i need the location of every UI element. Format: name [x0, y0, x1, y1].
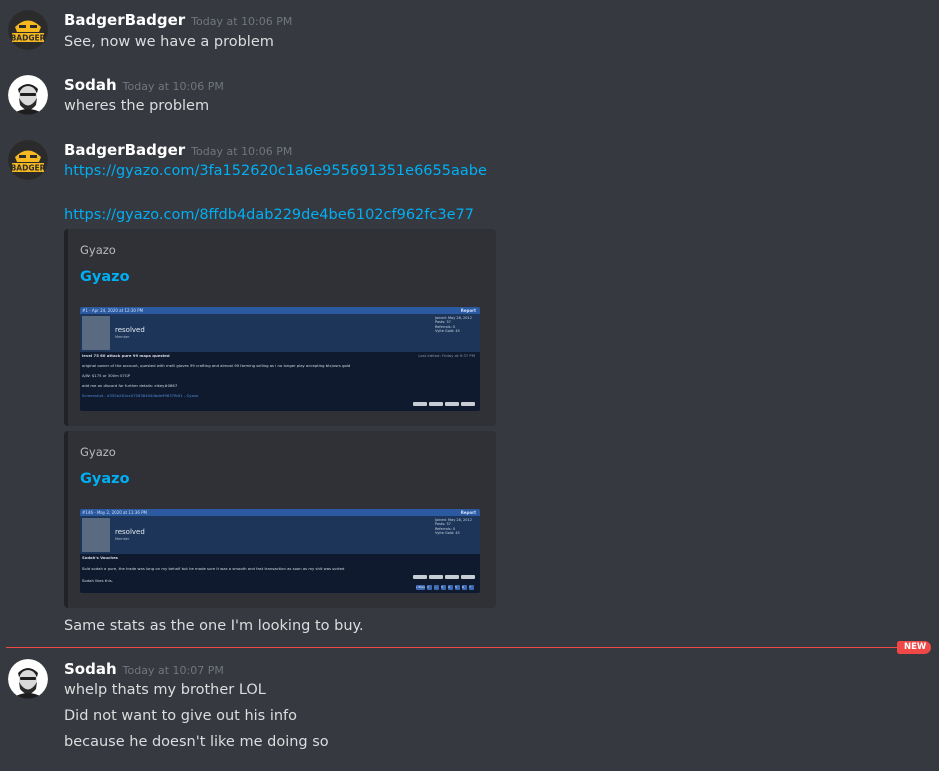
- pager-item: 6: [462, 585, 467, 590]
- username-text[interactable]: BadgerBadger: [64, 11, 185, 29]
- timestamp: Today at 10:06 PM: [122, 80, 224, 93]
- screenshot-buttons: [413, 402, 475, 406]
- screenshot-buttons: [413, 575, 475, 579]
- pager-item: 1: [427, 585, 432, 590]
- message-link: https://gyazo.com/3fa152620c1a6e95569135…: [64, 163, 487, 179]
- gyazo-embed-2: Gyazo Gyazo #146 - May 2, 2020 at 11:36 …: [64, 431, 496, 608]
- message-text: Same stats as the one I'm looking to buy…: [64, 618, 364, 634]
- embed-title[interactable]: Gyazo: [80, 269, 130, 285]
- screenshot-post-bar: #146 - May 2, 2020 at 11:36 PM Report: [80, 509, 480, 516]
- timestamp: Today at 10:06 PM: [191, 145, 293, 158]
- pager-item: « Prev: [415, 585, 425, 590]
- screenshot-username: resolved: [115, 528, 145, 536]
- username[interactable]: BadgerBadger Today at 10:06 PM: [64, 11, 292, 29]
- message-text: because he doesn't like me doing so: [64, 734, 329, 750]
- username-text[interactable]: BadgerBadger: [64, 141, 185, 159]
- screenshot-edited: Last edited: Friday at 9:37 PM: [418, 353, 475, 358]
- post-date: #1 - Apr 24, 2020 at 12:30 PM: [82, 308, 144, 313]
- screenshot-body: original owner of the account, quested w…: [82, 363, 351, 368]
- screenshot-heading: level 75 60 attack pure 99 maps quested: [82, 353, 170, 358]
- screenshot-avatar: [82, 316, 110, 350]
- stat: Vylte Gold: 45: [435, 531, 460, 536]
- screenshot-heading: Sodah's Vouches: [82, 555, 118, 560]
- pager-item: 4: [448, 585, 453, 590]
- gyazo-embed-1: Gyazo Gyazo #1 - Apr 24, 2020 at 12:30 P…: [64, 229, 496, 426]
- screenshot-body: A/W: $175 or 300m 07GP: [82, 373, 131, 378]
- screenshot-stats: Joined: May 28, 2012 Posts: 57 Referrals…: [435, 518, 475, 536]
- new-messages-badge: NEW: [897, 641, 932, 654]
- post-date: #146 - May 2, 2020 at 11:36 PM: [82, 510, 148, 515]
- message-text: wheres the problem: [64, 98, 210, 114]
- screenshot-post-bar: #1 - Apr 24, 2020 at 12:30 PM Report: [80, 307, 480, 314]
- badger-avatar[interactable]: BADGER: [8, 10, 48, 50]
- screenshot-link: Screenshot - d355e281ec0758384940bde9983…: [82, 393, 199, 398]
- svg-text:BADGER: BADGER: [11, 34, 46, 43]
- screenshot-body: add me on discord for further details: e…: [82, 383, 178, 388]
- badger-avatar[interactable]: BADGER: [8, 140, 48, 180]
- embed-image[interactable]: #146 - May 2, 2020 at 11:36 PM Report re…: [80, 509, 480, 593]
- message-text: See, now we have a problem: [64, 34, 274, 50]
- embed-image[interactable]: #1 - Apr 24, 2020 at 12:30 PM Report res…: [80, 307, 480, 411]
- screenshot-stats: Joined: May 28, 2012 Posts: 57 Referrals…: [435, 316, 475, 334]
- sodah-avatar[interactable]: [8, 659, 48, 699]
- timestamp: Today at 10:07 PM: [122, 664, 224, 677]
- pager-item: ...: [434, 585, 439, 590]
- sodah-avatar[interactable]: [8, 75, 48, 115]
- new-messages-divider: [6, 647, 902, 648]
- username[interactable]: Sodah Today at 10:07 PM: [64, 660, 224, 678]
- screenshot-likes: Sodah likes this.: [82, 578, 113, 583]
- screenshot-role: Member: [115, 537, 130, 541]
- pager-item: 7: [469, 585, 474, 590]
- pager-item: 5: [455, 585, 460, 590]
- embed-provider[interactable]: Gyazo: [80, 243, 116, 257]
- embed-title[interactable]: Gyazo: [80, 471, 130, 487]
- screenshot-username: resolved: [115, 326, 145, 334]
- gyazo-link-1[interactable]: https://gyazo.com/3fa152620c1a6e95569135…: [64, 163, 487, 179]
- message-text: Did not want to give out his info: [64, 708, 298, 724]
- username[interactable]: Sodah Today at 10:06 PM: [64, 76, 224, 94]
- screenshot-role: Member: [115, 335, 130, 339]
- report-link: Report: [460, 308, 476, 313]
- screenshot-avatar: [82, 518, 110, 552]
- username-text[interactable]: Sodah: [64, 76, 117, 94]
- svg-text:BADGER: BADGER: [11, 164, 46, 173]
- screenshot-pager: « Prev 1 ... 3 4 5 6 7: [415, 585, 474, 590]
- stat: Vylte Gold: 45: [435, 329, 460, 334]
- message-link: https://gyazo.com/8ffdb4dab229de4be6102c…: [64, 207, 474, 223]
- username[interactable]: BadgerBadger Today at 10:06 PM: [64, 141, 292, 159]
- gyazo-link-2[interactable]: https://gyazo.com/8ffdb4dab229de4be6102c…: [64, 207, 474, 223]
- timestamp: Today at 10:06 PM: [191, 15, 293, 28]
- screenshot-body: Sold sodah a pure, the trade was long on…: [82, 566, 345, 571]
- pager-item: 3: [441, 585, 446, 590]
- embed-provider[interactable]: Gyazo: [80, 445, 116, 459]
- report-link: Report: [460, 510, 476, 515]
- username-text[interactable]: Sodah: [64, 660, 117, 678]
- message-text: whelp thats my brother LOL: [64, 682, 266, 698]
